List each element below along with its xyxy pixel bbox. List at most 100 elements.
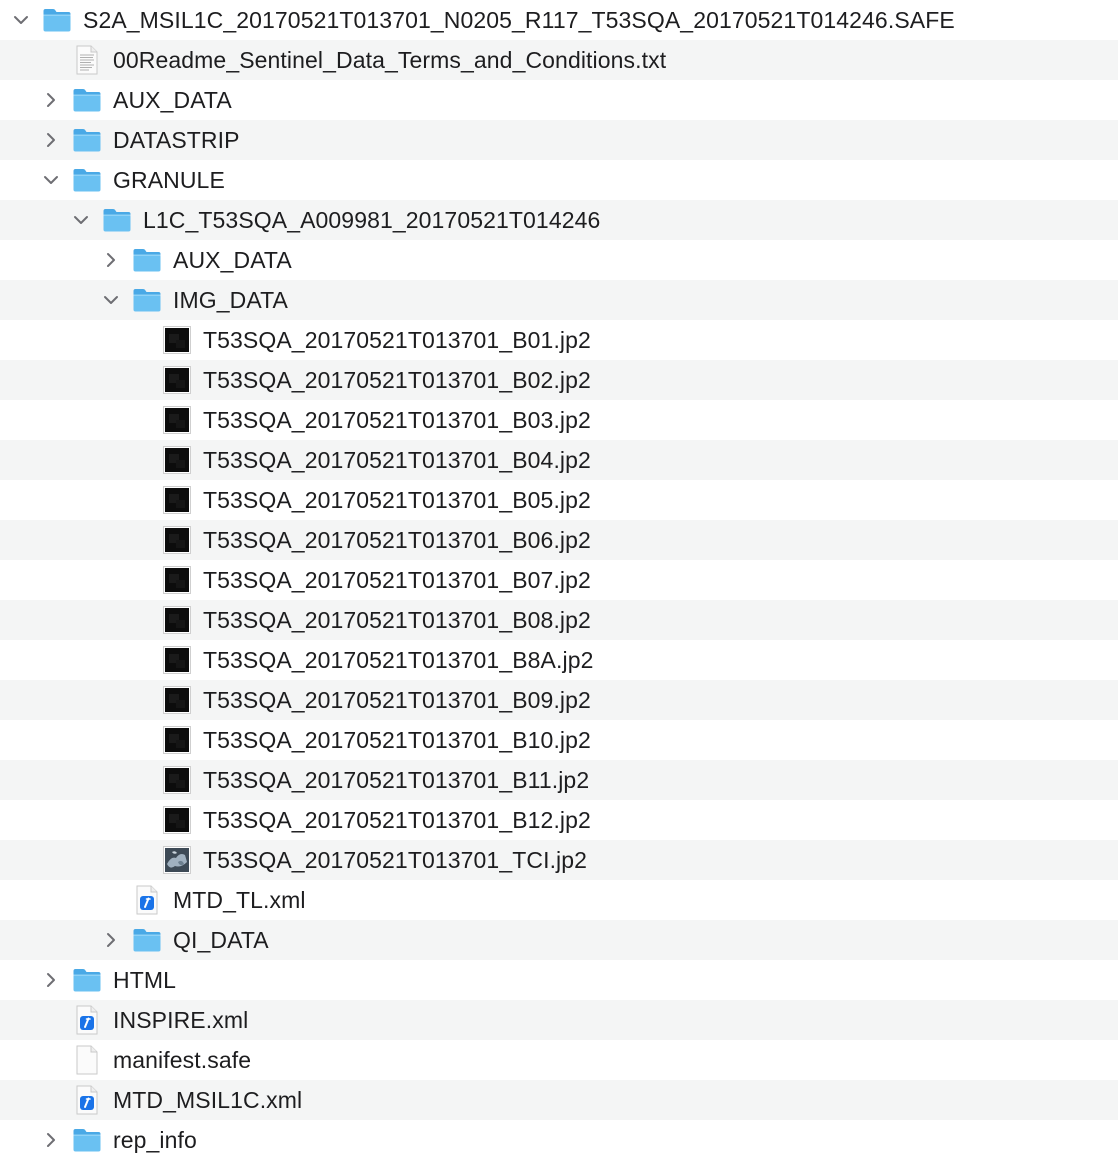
item-name: T53SQA_20170521T013701_B09.jp2	[203, 687, 591, 713]
item-name: T53SQA_20170521T013701_B11.jp2	[203, 767, 590, 793]
item-name: L1C_T53SQA_A009981_20170521T014246	[143, 207, 601, 233]
item-name: T53SQA_20170521T013701_B04.jp2	[203, 447, 591, 473]
image-thumbnail-icon	[162, 365, 192, 395]
tree-row-mtd-tl-xml[interactable]: MTD_TL.xml	[0, 880, 1118, 920]
tree-row-t53sqa-20170521t013701-b06-jp2[interactable]: T53SQA_20170521T013701_B06.jp2	[0, 520, 1118, 560]
image-thumbnail-icon	[162, 605, 192, 635]
chevron-down-icon[interactable]	[72, 211, 90, 229]
item-name: T53SQA_20170521T013701_B8A.jp2	[203, 647, 594, 673]
tree-row-mtd-msil1c-xml[interactable]: MTD_MSIL1C.xml	[0, 1080, 1118, 1120]
image-thumbnail-icon	[162, 525, 192, 555]
chevron-right-icon[interactable]	[42, 971, 60, 989]
tree-row-qi-data[interactable]: QI_DATA	[0, 920, 1118, 960]
tree-row-t53sqa-20170521t013701-b12-jp2[interactable]: T53SQA_20170521T013701_B12.jp2	[0, 800, 1118, 840]
folder-icon	[72, 85, 102, 115]
folder-icon	[72, 1125, 102, 1155]
image-thumbnail-icon	[162, 405, 192, 435]
tree-row-rep-info[interactable]: rep_info	[0, 1120, 1118, 1160]
image-thumbnail-icon	[162, 485, 192, 515]
item-name: T53SQA_20170521T013701_B01.jp2	[203, 327, 591, 353]
item-name: T53SQA_20170521T013701_B05.jp2	[203, 487, 591, 513]
folder-icon	[132, 285, 162, 315]
image-thumbnail-icon	[162, 565, 192, 595]
item-name: S2A_MSIL1C_20170521T013701_N0205_R117_T5…	[83, 7, 955, 33]
chevron-down-icon[interactable]	[102, 291, 120, 309]
chevron-right-icon[interactable]	[42, 91, 60, 109]
item-name: rep_info	[113, 1127, 197, 1153]
item-name: 00Readme_Sentinel_Data_Terms_and_Conditi…	[113, 47, 667, 73]
folder-icon	[102, 205, 132, 235]
image-thumbnail-icon	[162, 685, 192, 715]
tree-row-t53sqa-20170521t013701-b8a-jp2[interactable]: T53SQA_20170521T013701_B8A.jp2	[0, 640, 1118, 680]
chevron-right-icon[interactable]	[42, 1131, 60, 1149]
item-name: IMG_DATA	[173, 287, 288, 313]
item-name: HTML	[113, 967, 177, 993]
tree-row-t53sqa-20170521t013701-b03-jp2[interactable]: T53SQA_20170521T013701_B03.jp2	[0, 400, 1118, 440]
item-name: T53SQA_20170521T013701_TCI.jp2	[203, 847, 588, 873]
tree-row-datastrip[interactable]: DATASTRIP	[0, 120, 1118, 160]
tree-row-t53sqa-20170521t013701-b08-jp2[interactable]: T53SQA_20170521T013701_B08.jp2	[0, 600, 1118, 640]
tree-row-manifest-safe[interactable]: manifest.safe	[0, 1040, 1118, 1080]
blank-file-icon	[72, 1045, 102, 1075]
tree-row-inspire-xml[interactable]: INSPIRE.xml	[0, 1000, 1118, 1040]
xml-file-icon	[72, 1085, 102, 1115]
tree-row-img-data[interactable]: IMG_DATA	[0, 280, 1118, 320]
folder-icon	[72, 165, 102, 195]
chevron-down-icon[interactable]	[42, 171, 60, 189]
file-tree: S2A_MSIL1C_20170521T013701_N0205_R117_T5…	[0, 0, 1118, 1160]
item-name: T53SQA_20170521T013701_B12.jp2	[203, 807, 591, 833]
tree-row-granule[interactable]: GRANULE	[0, 160, 1118, 200]
tree-row-t53sqa-20170521t013701-tci-jp2[interactable]: T53SQA_20170521T013701_TCI.jp2	[0, 840, 1118, 880]
tree-row-s2a-msil1c-20170521t013701-n0205-r117-t53sqa-20170521t014246-safe[interactable]: S2A_MSIL1C_20170521T013701_N0205_R117_T5…	[0, 0, 1118, 40]
item-name: AUX_DATA	[113, 87, 232, 113]
item-name: INSPIRE.xml	[113, 1007, 249, 1033]
item-name: T53SQA_20170521T013701_B07.jp2	[203, 567, 591, 593]
item-name: GRANULE	[113, 167, 225, 193]
item-name: MTD_TL.xml	[173, 887, 306, 913]
tree-row-aux-data[interactable]: AUX_DATA	[0, 80, 1118, 120]
folder-icon	[132, 925, 162, 955]
folder-icon	[72, 125, 102, 155]
tree-row-t53sqa-20170521t013701-b10-jp2[interactable]: T53SQA_20170521T013701_B10.jp2	[0, 720, 1118, 760]
item-name: QI_DATA	[173, 927, 269, 953]
tree-row-t53sqa-20170521t013701-b07-jp2[interactable]: T53SQA_20170521T013701_B07.jp2	[0, 560, 1118, 600]
item-name: T53SQA_20170521T013701_B02.jp2	[203, 367, 591, 393]
tree-row-t53sqa-20170521t013701-b11-jp2[interactable]: T53SQA_20170521T013701_B11.jp2	[0, 760, 1118, 800]
folder-icon	[132, 245, 162, 275]
image-thumbnail-icon	[162, 325, 192, 355]
image-thumbnail-icon	[162, 805, 192, 835]
chevron-right-icon[interactable]	[42, 131, 60, 149]
tree-row-aux-data[interactable]: AUX_DATA	[0, 240, 1118, 280]
tree-row-t53sqa-20170521t013701-b09-jp2[interactable]: T53SQA_20170521T013701_B09.jp2	[0, 680, 1118, 720]
item-name: MTD_MSIL1C.xml	[113, 1087, 303, 1113]
folder-icon	[72, 965, 102, 995]
tree-row-t53sqa-20170521t013701-b04-jp2[interactable]: T53SQA_20170521T013701_B04.jp2	[0, 440, 1118, 480]
image-thumbnail-icon	[162, 725, 192, 755]
chevron-right-icon[interactable]	[102, 931, 120, 949]
item-name: T53SQA_20170521T013701_B10.jp2	[203, 727, 591, 753]
tree-row-t53sqa-20170521t013701-b02-jp2[interactable]: T53SQA_20170521T013701_B02.jp2	[0, 360, 1118, 400]
tree-row-l1c-t53sqa-a009981-20170521t014246[interactable]: L1C_T53SQA_A009981_20170521T014246	[0, 200, 1118, 240]
image-thumbnail-icon	[162, 765, 192, 795]
tree-row-00readme-sentinel-data-terms-and-conditions-txt[interactable]: 00Readme_Sentinel_Data_Terms_and_Conditi…	[0, 40, 1118, 80]
tree-row-t53sqa-20170521t013701-b05-jp2[interactable]: T53SQA_20170521T013701_B05.jp2	[0, 480, 1118, 520]
chevron-down-icon[interactable]	[12, 11, 30, 29]
tree-row-html[interactable]: HTML	[0, 960, 1118, 1000]
tree-row-t53sqa-20170521t013701-b01-jp2[interactable]: T53SQA_20170521T013701_B01.jp2	[0, 320, 1118, 360]
chevron-right-icon[interactable]	[102, 251, 120, 269]
